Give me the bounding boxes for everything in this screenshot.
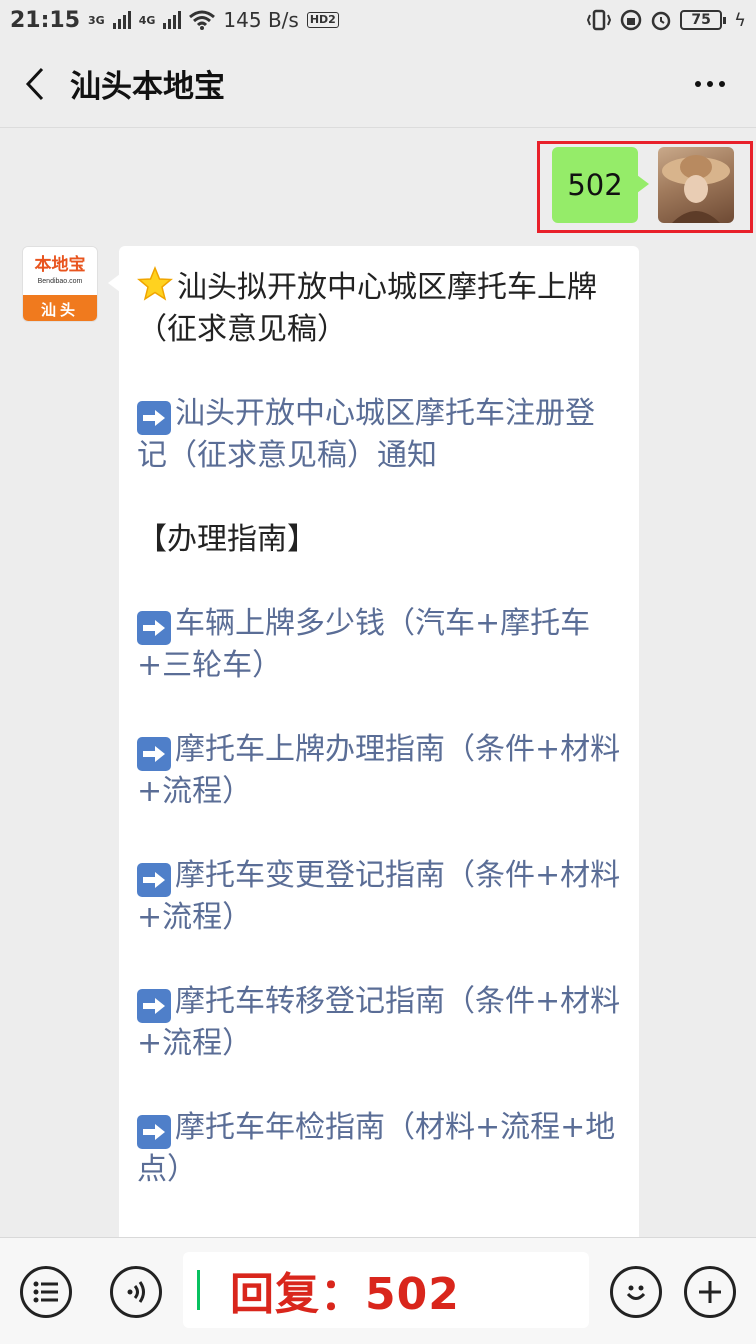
message-input-text: 回复：502 [230, 1269, 460, 1320]
arrow-right-icon [137, 863, 171, 897]
wifi-icon [189, 10, 216, 30]
network-4g-label: 4G [138, 13, 156, 27]
title-bar: 汕头本地宝 [0, 40, 756, 128]
star-icon [137, 266, 173, 301]
arrow-right-icon [137, 611, 171, 645]
list-item-link[interactable]: 汕头开放中心城区摩托车注册登记（征求意见稿）通知 [137, 393, 621, 477]
network-3g-label: 3G [88, 13, 105, 27]
status-time: 21:15 [10, 7, 81, 33]
alarm-icon [651, 11, 671, 31]
input-toolbar: 回复：502 [0, 1237, 756, 1344]
text-caret [197, 1270, 200, 1310]
sent-message-bubble[interactable]: 502 [552, 147, 649, 223]
add-more-button[interactable] [684, 1266, 736, 1318]
list-icon [33, 1281, 58, 1303]
voice-button[interactable] [110, 1266, 162, 1318]
hd-badge: HD2 [306, 12, 339, 28]
arrow-right-icon [137, 401, 171, 435]
chevron-left-icon [25, 67, 44, 100]
status-bar: 21:15 3G 4G 145 B/s HD2 75 ϟ [0, 0, 756, 40]
reply-message-bubble: 汕头拟开放中心城区摩托车上牌（征求意见稿） 汕头开放中心城区摩托车注册登记（征求… [108, 246, 639, 1237]
list-item[interactable]: 汕头拟开放中心城区摩托车上牌（征求意见稿） [137, 266, 621, 351]
network-speed: 145 B/s [223, 8, 299, 32]
signal-icon [163, 11, 182, 29]
avatar-logo-text: 本地宝 [34, 255, 86, 275]
chat-area[interactable]: 502 本地宝 Bendibao.com 汕头 汕头拟开放中心城区摩托车上牌（征… [0, 129, 756, 1237]
signal-icon [112, 11, 131, 29]
arrow-right-icon [137, 1115, 171, 1149]
arrow-right-icon [137, 989, 171, 1023]
lock-rotation-icon [620, 9, 642, 31]
page-title: 汕头本地宝 [70, 69, 225, 105]
list-item-link[interactable]: 车辆上牌多少钱（汽车+摩托车+三轮车） [137, 603, 621, 687]
message-input[interactable]: 回复：502 [183, 1252, 589, 1328]
avatar-url-text: Bendibao.com [37, 278, 83, 285]
list-item-link[interactable]: 摩托车转移登记指南（条件+材料+流程） [137, 981, 621, 1065]
vibrate-icon [587, 9, 612, 31]
list-item-link[interactable]: 摩托车上牌办理指南（条件+材料+流程） [137, 729, 621, 813]
emoji-icon [626, 1285, 646, 1300]
plus-icon [699, 1281, 721, 1303]
more-options-button[interactable] [690, 66, 730, 102]
official-account-avatar[interactable]: 本地宝 Bendibao.com 汕头 [22, 246, 98, 322]
section-heading: 【办理指南】 [137, 522, 317, 557]
voice-icon [127, 1281, 145, 1303]
battery-icon: 75 [680, 10, 727, 30]
emoji-button[interactable] [610, 1266, 662, 1318]
user-avatar[interactable] [658, 147, 734, 223]
list-item-link[interactable]: 摩托车变更登记指南（条件+材料+流程） [137, 855, 621, 939]
back-button[interactable] [0, 40, 70, 128]
avatar-city-text: 汕头 [23, 295, 97, 321]
list-item-link[interactable]: 摩托车年检指南（材料+流程+地点） [137, 1107, 621, 1191]
menu-button[interactable] [20, 1266, 72, 1318]
charging-icon: ϟ [734, 9, 746, 31]
arrow-right-icon [137, 737, 171, 771]
